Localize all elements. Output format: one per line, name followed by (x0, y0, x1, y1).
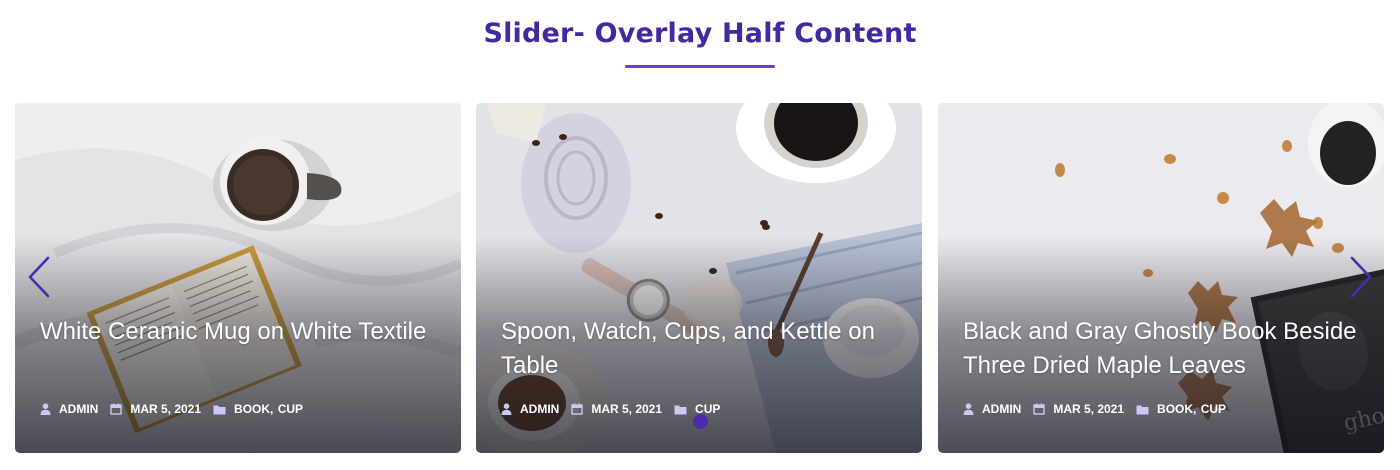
author-name: ADMIN (982, 402, 1022, 416)
user-icon (40, 403, 51, 415)
author-name: ADMIN (520, 402, 560, 416)
user-icon (963, 403, 974, 415)
slide-3[interactable]: ghost Black and Gray Ghostly Book Beside… (938, 103, 1384, 453)
folder-icon (213, 405, 226, 414)
slide-title[interactable]: Spoon, Watch, Cups, and Kettle on Table (501, 315, 904, 383)
category-meta: BOOK, CUP (213, 402, 303, 416)
post-date: MAR 5, 2021 (1053, 402, 1125, 416)
author-name: ADMIN (59, 402, 99, 416)
category-link[interactable]: CUP (1201, 402, 1226, 416)
date-meta: MAR 5, 2021 (571, 402, 662, 416)
author-meta[interactable]: ADMIN (963, 402, 1021, 416)
title-underline (625, 65, 775, 68)
folder-icon (1136, 405, 1149, 414)
slide-1[interactable]: White Ceramic Mug on White Textile ADMIN… (15, 103, 461, 453)
category-link[interactable]: CUP (278, 402, 303, 416)
next-slide-button[interactable] (1348, 255, 1374, 299)
pagination-dot-active[interactable] (693, 414, 708, 429)
date-meta: MAR 5, 2021 (110, 402, 201, 416)
category-link[interactable]: BOOK (1157, 402, 1193, 416)
category-link[interactable]: BOOK (234, 402, 270, 416)
prev-slide-button[interactable] (26, 255, 52, 299)
slide-title[interactable]: Black and Gray Ghostly Book Beside Three… (963, 315, 1366, 383)
folder-icon (674, 405, 687, 414)
post-meta: ADMIN MAR 5, 2021 BOOK, CUP (40, 402, 315, 416)
date-meta: MAR 5, 2021 (1033, 402, 1124, 416)
post-date: MAR 5, 2021 (591, 402, 663, 416)
chevron-left-icon (28, 256, 50, 298)
calendar-icon (571, 403, 584, 415)
author-meta[interactable]: ADMIN (501, 402, 559, 416)
section-title: Slider- Overlay Half Content (483, 18, 917, 49)
chevron-right-icon (1350, 256, 1372, 298)
calendar-icon (1033, 403, 1046, 415)
user-icon (501, 403, 512, 415)
slide-2[interactable]: Spoon, Watch, Cups, and Kettle on Table … (476, 103, 922, 453)
category-meta: BOOK, CUP (1136, 402, 1226, 416)
post-meta: ADMIN MAR 5, 2021 BOOK, CUP (963, 402, 1238, 416)
calendar-icon (110, 403, 123, 415)
author-meta[interactable]: ADMIN (40, 402, 98, 416)
slide-title[interactable]: White Ceramic Mug on White Textile (40, 315, 443, 349)
post-date: MAR 5, 2021 (130, 402, 202, 416)
